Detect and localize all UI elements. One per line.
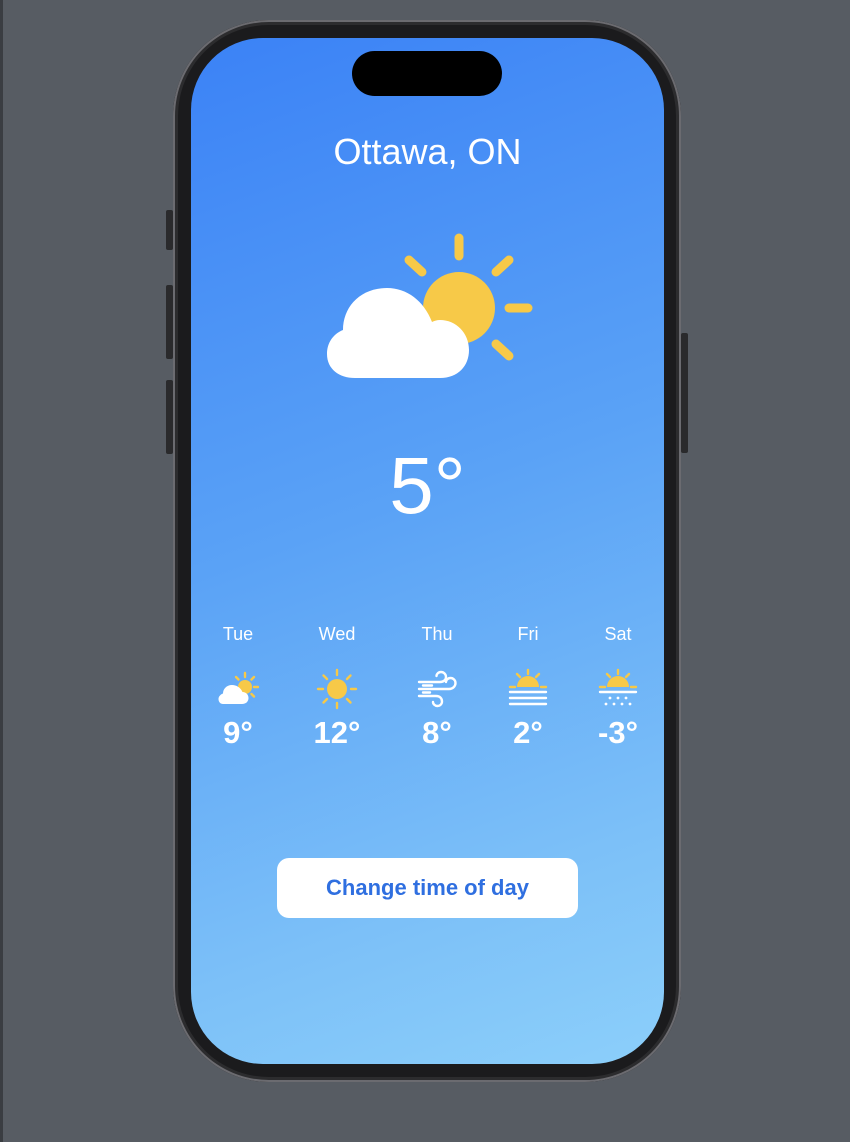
forecast-day-label: Thu: [421, 624, 453, 644]
forecast-temperature: 12°: [313, 715, 361, 750]
window-edge: [0, 0, 3, 1142]
forecast-row: Tue 9° Wed 12° Thu 8° Fri 2° Sat -3°: [191, 622, 664, 772]
forecast-temperature: 8°: [422, 715, 452, 750]
forecast-temperature: -3°: [598, 715, 638, 750]
phone-volume-up-button: [166, 285, 173, 359]
forecast-temperature: 9°: [223, 715, 253, 750]
forecast-day-label: Fri: [517, 624, 539, 644]
change-time-of-day-button[interactable]: Change time of day: [277, 858, 578, 918]
forecast-day-sat: Sat -3°: [573, 622, 663, 772]
sunset-fog-icon: [508, 668, 548, 706]
phone-power-button: [681, 333, 688, 453]
current-temperature: 5°: [389, 441, 466, 530]
cloud-sun-icon: [218, 671, 259, 704]
wind-icon: [417, 670, 457, 708]
forecast-day-label: Sat: [604, 624, 632, 644]
forecast-temperature: 2°: [513, 715, 543, 750]
forecast-day-label: Wed: [318, 624, 356, 644]
cloud-sun-icon: [327, 233, 533, 378]
forecast-day-label: Tue: [222, 624, 254, 644]
phone-volume-down-button: [166, 380, 173, 454]
sun-icon: [316, 668, 358, 710]
forecast-day-thu: Thu 8°: [392, 622, 482, 772]
sun-snow-icon: [598, 668, 638, 706]
phone-screen: Ottawa, ON 5° Tue 9° Wed 12° Thu 8° Fri …: [191, 38, 664, 1064]
phone-action-button: [166, 210, 173, 250]
forecast-day-wed: Wed 12°: [292, 622, 382, 772]
forecast-day-tue: Tue 9°: [193, 622, 283, 772]
forecast-day-fri: Fri 2°: [483, 622, 573, 772]
dynamic-island: [352, 51, 502, 96]
city-name: Ottawa, ON: [333, 131, 522, 172]
